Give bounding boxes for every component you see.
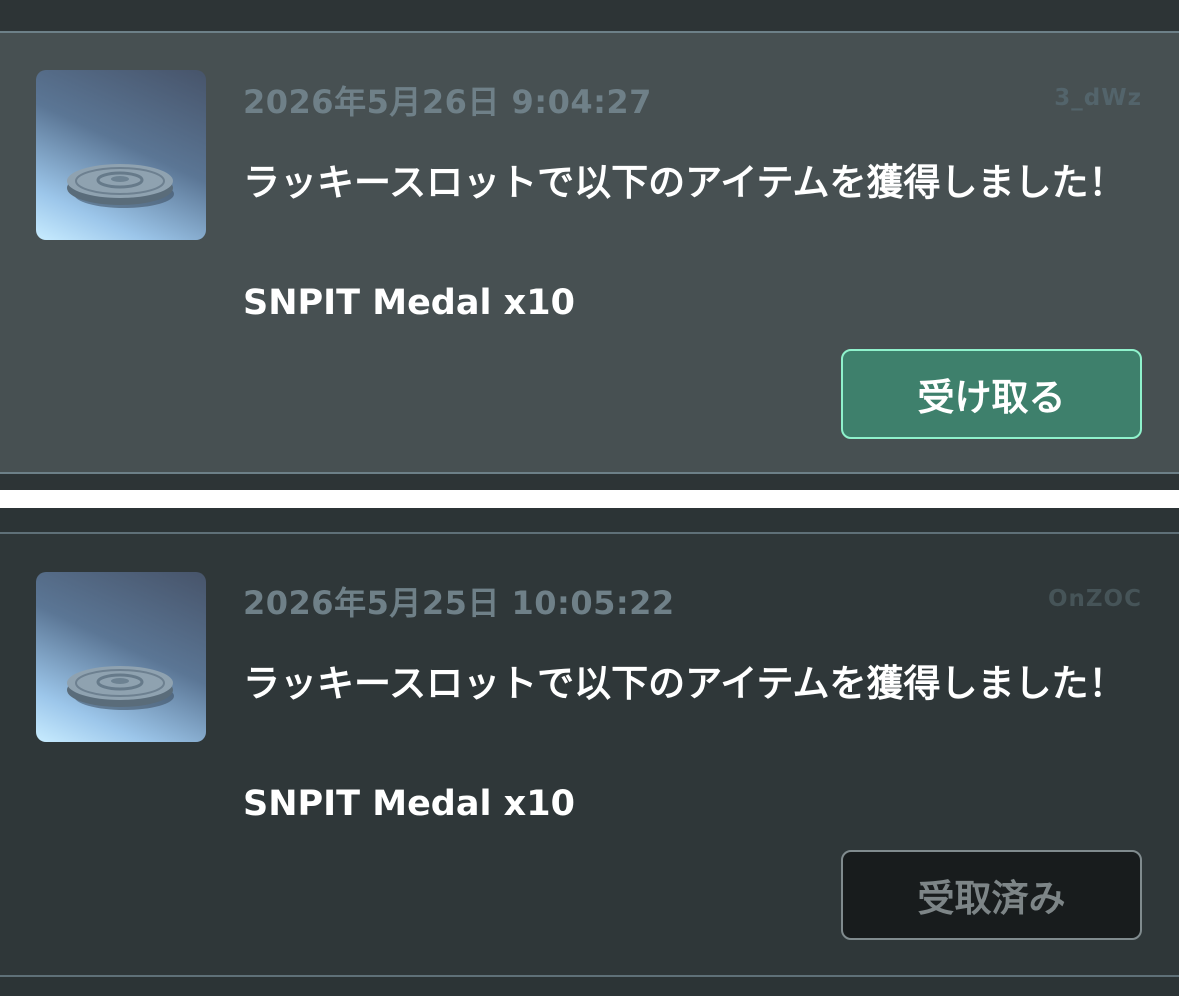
claimed-button[interactable]: 受取済み — [841, 850, 1142, 940]
screenshot-divider — [0, 490, 1179, 508]
notification-card: 2026年5月26日 9:04:27 3_dWz ラッキースロットで以下のアイテ… — [0, 31, 1179, 474]
item-thumbnail — [36, 572, 206, 742]
receive-button[interactable]: 受け取る — [841, 349, 1142, 439]
medal-coin-icon — [67, 164, 174, 208]
notification-card: 2026年5月25日 10:05:22 OnZOC ラッキースロットで以下のアイ… — [0, 532, 1179, 977]
reward-item-label: SNPIT Medal x10 — [243, 784, 575, 824]
user-id-label: 3_dWz — [1054, 85, 1142, 111]
reward-item-label: SNPIT Medal x10 — [243, 283, 575, 323]
medal-coin-icon — [67, 666, 174, 710]
user-id-label: OnZOC — [1047, 586, 1142, 612]
notification-panel-1: 2026年5月26日 9:04:27 3_dWz ラッキースロットで以下のアイテ… — [0, 0, 1179, 490]
notification-message: ラッキースロットで以下のアイテムを獲得しました！ — [243, 161, 1126, 204]
item-thumbnail — [36, 70, 206, 240]
notification-timestamp: 2026年5月26日 9:04:27 — [243, 83, 652, 121]
notification-message: ラッキースロットで以下のアイテムを獲得しました！ — [243, 662, 1126, 705]
notification-timestamp: 2026年5月25日 10:05:22 — [243, 584, 675, 622]
notification-panel-2: 2026年5月25日 10:05:22 OnZOC ラッキースロットで以下のアイ… — [0, 508, 1179, 996]
